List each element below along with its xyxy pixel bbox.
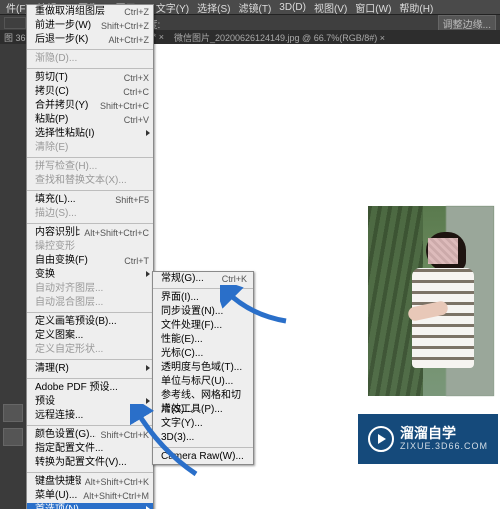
menu-item-30[interactable]: 清理(R) (27, 362, 153, 376)
menu-filter[interactable]: 滤镜(T) (239, 0, 272, 15)
canvas-photo (368, 206, 494, 396)
menu-item-16[interactable]: 填充(L)...Shift+F5 (27, 193, 153, 207)
menu-item-9[interactable]: 粘贴(P)Ctrl+V (27, 113, 153, 127)
menu-item-34[interactable]: 远程连接... (27, 409, 153, 423)
gutter-thumb-2[interactable] (3, 428, 23, 446)
menu-item-7[interactable]: 拷贝(C)Ctrl+C (27, 85, 153, 99)
menu-item-36[interactable]: 颜色设置(G)...Shift+Ctrl+K (27, 428, 153, 442)
menu-item-37[interactable]: 指定配置文件... (27, 442, 153, 456)
menu-item-8[interactable]: 合并拷贝(Y)Shift+Ctrl+C (27, 99, 153, 113)
menu-help[interactable]: 帮助(H) (399, 0, 433, 15)
menu-item-2[interactable]: 后退一步(K)Alt+Ctrl+Z (27, 33, 153, 47)
refine-edge-button[interactable]: 调整边缘... (438, 15, 496, 32)
menu-item-0[interactable]: 重做取消组图层Ctrl+Z (27, 5, 153, 19)
menu-item-20: 操控变形 (27, 240, 153, 254)
submenu-item-11[interactable]: 文字(Y)... (153, 417, 253, 431)
logo-title: 溜溜自学 (400, 426, 488, 441)
menu-item-6[interactable]: 剪切(T)Ctrl+X (27, 71, 153, 85)
menu-item-26[interactable]: 定义画笔预设(B)... (27, 315, 153, 329)
menu-3d[interactable]: 3D(D) (279, 2, 306, 13)
left-gutter (0, 44, 26, 509)
menu-item-41[interactable]: 菜单(U)...Alt+Shift+Ctrl+M (27, 489, 153, 503)
menu-item-1[interactable]: 前进一步(W)Shift+Ctrl+Z (27, 19, 153, 33)
submenu-item-7[interactable]: 透明度与色域(T)... (153, 361, 253, 375)
menu-item-21[interactable]: 自由变换(F)Ctrl+T (27, 254, 153, 268)
menu-item-23: 自动对齐图层... (27, 282, 153, 296)
submenu-item-6[interactable]: 光标(C)... (153, 347, 253, 361)
menu-item-22[interactable]: 变换 (27, 268, 153, 282)
gutter-thumb-1[interactable] (3, 404, 23, 422)
menu-item-19[interactable]: 内容识别比例Alt+Shift+Ctrl+C (27, 226, 153, 240)
menu-item-28: 定义自定形状... (27, 343, 153, 357)
submenu-item-2[interactable]: 界面(I)... (153, 291, 253, 305)
menu-item-10[interactable]: 选择性粘贴(I) (27, 127, 153, 141)
menu-item-40[interactable]: 键盘快捷键...Alt+Shift+Ctrl+K (27, 475, 153, 489)
submenu-item-10[interactable]: 增效工具(P)... (153, 403, 253, 417)
menu-item-13: 拼写检查(H)... (27, 160, 153, 174)
preferences-submenu: 常规(G)...Ctrl+K 界面(I)...同步设置(N)...文件处理(F).… (152, 271, 254, 465)
menu-item-17: 描边(S)... (27, 207, 153, 221)
menu-window[interactable]: 窗口(W) (355, 0, 391, 15)
play-icon (368, 426, 394, 452)
menu-item-11: 清除(E) (27, 141, 153, 155)
edit-menu-dropdown: 重做取消组图层Ctrl+Z前进一步(W)Shift+Ctrl+Z后退一步(K)A… (26, 4, 154, 509)
menu-item-4: 渐隐(D)... (27, 52, 153, 66)
submenu-item-0[interactable]: 常规(G)...Ctrl+K (153, 272, 253, 286)
menu-item-33[interactable]: 预设 (27, 395, 153, 409)
photo-face-pixelated (428, 238, 458, 264)
logo-url: ZIXUE.3D66.COM (400, 442, 488, 452)
menu-select[interactable]: 选择(S) (197, 0, 230, 15)
photo-person (408, 234, 476, 384)
menu-type[interactable]: 文字(Y) (156, 0, 189, 15)
submenu-item-5[interactable]: 性能(E)... (153, 333, 253, 347)
menu-item-38[interactable]: 转换为配置文件(V)... (27, 456, 153, 470)
tool-swatch[interactable] (4, 17, 26, 29)
menu-item-42[interactable]: 首选项(N) (27, 503, 153, 509)
menu-item-32[interactable]: Adobe PDF 预设... (27, 381, 153, 395)
menu-view[interactable]: 视图(V) (314, 0, 347, 15)
submenu-item-14[interactable]: Camera Raw(W)... (153, 450, 253, 464)
menu-item-24: 自动混合图层... (27, 296, 153, 310)
submenu-item-8[interactable]: 单位与标尺(U)... (153, 375, 253, 389)
menu-item-14: 查找和替换文本(X)... (27, 174, 153, 188)
submenu-item-9[interactable]: 参考线、网格和切片(S)... (153, 389, 253, 403)
menu-item-27[interactable]: 定义图案... (27, 329, 153, 343)
submenu-item-12[interactable]: 3D(3)... (153, 431, 253, 445)
tab-doc-3[interactable]: 微信图片_20200626124149.jpg @ 66.7%(RGB/8#) … (174, 31, 385, 44)
submenu-item-3[interactable]: 同步设置(N)... (153, 305, 253, 319)
watermark-logo: 溜溜自学 ZIXUE.3D66.COM (358, 414, 498, 464)
submenu-item-4[interactable]: 文件处理(F)... (153, 319, 253, 333)
